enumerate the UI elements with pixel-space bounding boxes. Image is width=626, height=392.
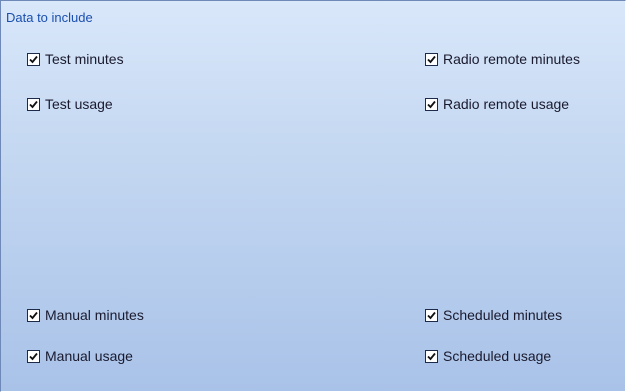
radio-remote-minutes-checkbox[interactable]: Radio remote minutes [425, 51, 580, 67]
checkbox-label: Scheduled usage [443, 348, 552, 364]
checkbox-box[interactable] [425, 52, 438, 66]
test-minutes-checkbox[interactable]: Test minutes [27, 51, 124, 67]
radio-remote-usage-checkbox[interactable]: Radio remote usage [425, 96, 569, 112]
scheduled-minutes-checkbox[interactable]: Scheduled minutes [425, 307, 562, 323]
group-title: Data to include [6, 10, 93, 25]
checkbox-box[interactable] [425, 349, 438, 363]
manual-usage-checkbox[interactable]: Manual usage [27, 348, 133, 364]
checkmark-icon [29, 55, 38, 63]
checkbox-box[interactable] [27, 97, 40, 111]
checkbox-label: Radio remote minutes [443, 51, 580, 67]
test-usage-checkbox[interactable]: Test usage [27, 96, 113, 112]
checkmark-icon [427, 311, 436, 319]
checkmark-icon [29, 100, 38, 108]
checkmark-icon [427, 352, 436, 360]
checkmark-icon [427, 100, 436, 108]
data-to-include-group: Data to include Test minutes Test usage … [0, 0, 626, 392]
manual-minutes-checkbox[interactable]: Manual minutes [27, 307, 144, 323]
checkmark-icon [29, 352, 38, 360]
checkmark-icon [427, 55, 436, 63]
checkbox-label: Test minutes [45, 51, 124, 67]
checkbox-label: Test usage [45, 96, 113, 112]
checkbox-label: Scheduled minutes [443, 307, 563, 323]
checkbox-box[interactable] [27, 52, 40, 66]
checkbox-box[interactable] [425, 97, 438, 111]
checkbox-label: Manual usage [45, 348, 133, 364]
checkbox-box[interactable] [27, 308, 40, 322]
checkbox-box[interactable] [425, 308, 438, 322]
scheduled-usage-checkbox[interactable]: Scheduled usage [425, 348, 551, 364]
checkbox-box[interactable] [27, 349, 40, 363]
checkbox-label: Manual minutes [45, 307, 144, 323]
checkbox-label: Radio remote usage [443, 96, 570, 112]
checkmark-icon [29, 311, 38, 319]
